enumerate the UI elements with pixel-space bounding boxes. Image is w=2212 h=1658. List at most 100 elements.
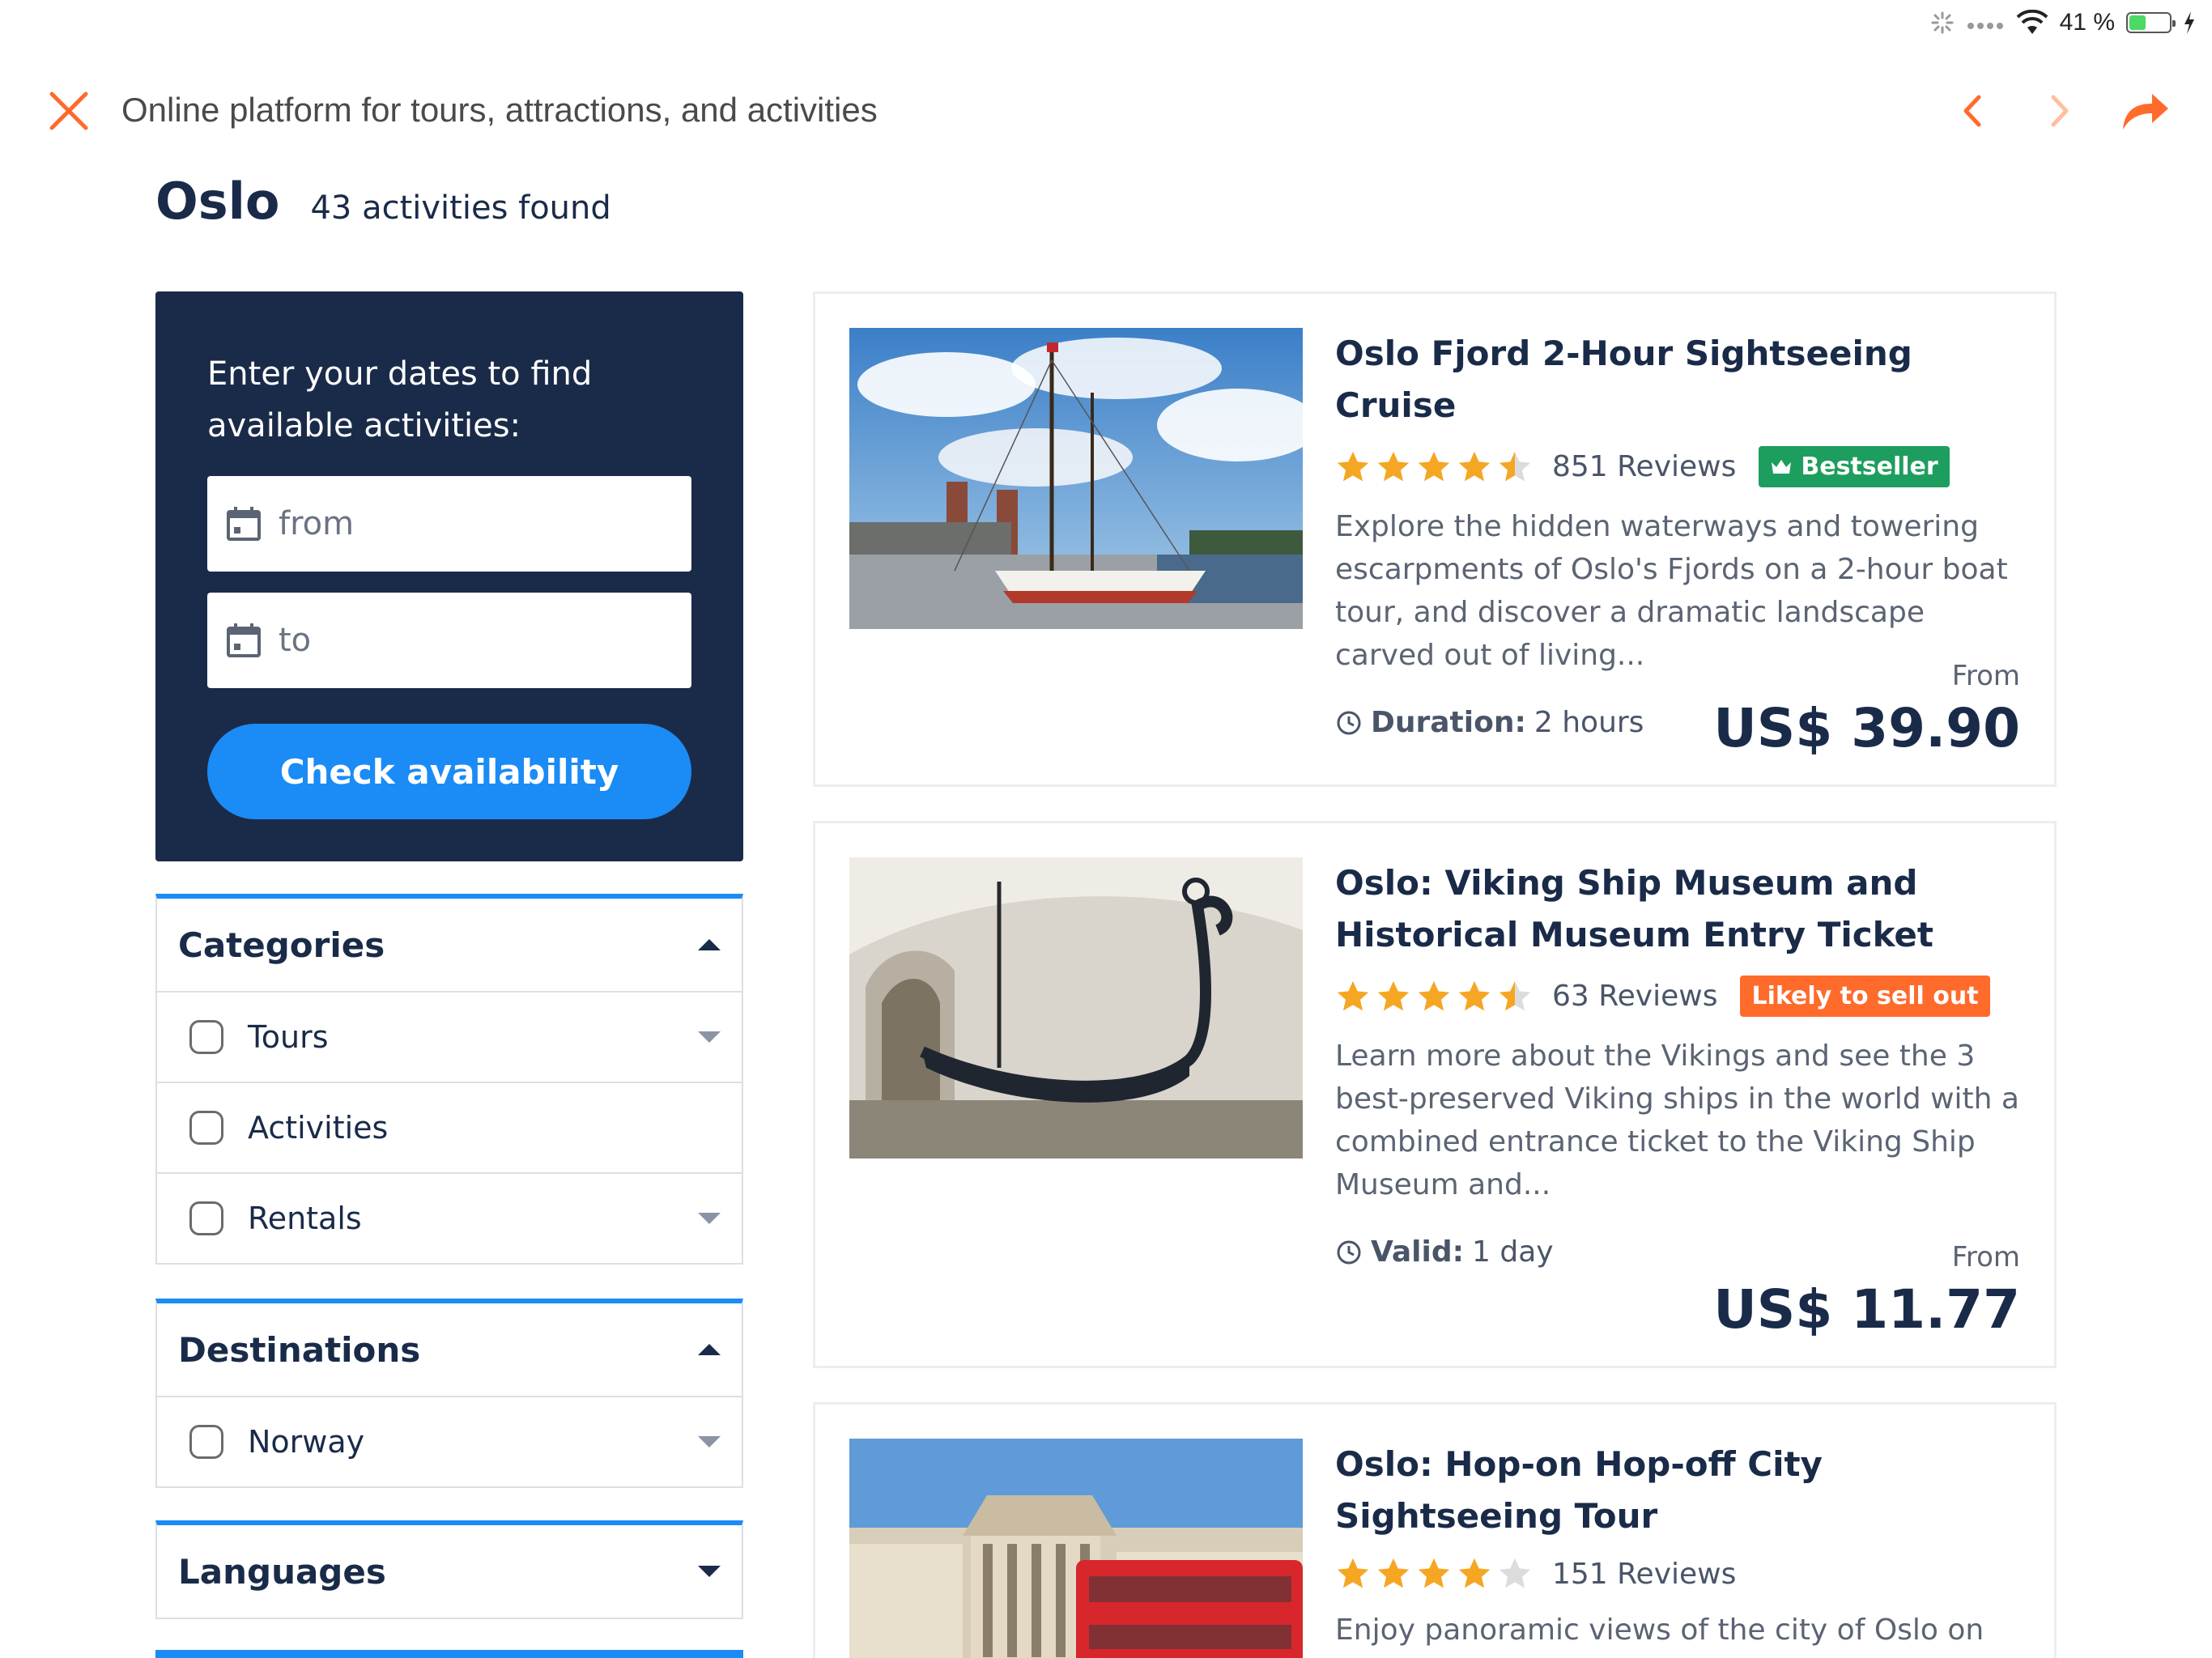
caret-down-icon [698,1566,721,1577]
star-icon [1418,451,1450,481]
rating-row: 851 Reviews Bestseller [1335,446,2031,487]
battery-percentage: 41 % [2059,9,2115,36]
clock-icon [1337,711,1361,734]
bestseller-badge: Bestseller [1759,446,1950,487]
languages-filter: Languages [155,1520,743,1619]
languages-filter-title: Languages [178,1551,386,1592]
star-icon [1337,451,1369,481]
destinations-filter: Destinations Norway [155,1299,743,1488]
chevron-right-icon[interactable] [2039,91,2079,131]
activity-card[interactable]: Oslo: Hop-on Hop-off City Sightseeing To… [813,1402,2057,1658]
crown-icon [1772,459,1792,474]
filter-item-norway[interactable]: Norway [157,1396,742,1486]
date-picker-title: Enter your dates to find available activ… [207,355,593,444]
activity-title[interactable]: Oslo: Hop-on Hop-off City Sightseeing To… [1335,1439,2031,1542]
star-icon [1337,980,1369,1010]
chevron-left-icon[interactable] [1953,91,1993,131]
activity-card[interactable]: Oslo: Viking Ship Museum and Historical … [813,821,2057,1368]
badge-label: Bestseller [1801,453,1938,481]
results-header: Oslo 43 activities found [155,172,611,231]
charging-bolt-icon [2184,11,2194,34]
activity-spinner-icon [1931,11,1954,34]
activity-price: US$ 11.77 [1713,1278,2020,1341]
norway-checkbox[interactable] [189,1425,223,1459]
activity-title[interactable]: Oslo: Viking Ship Museum and Historical … [1335,857,2031,961]
categories-filter-header[interactable]: Categories [157,899,742,991]
filter-item-label: Rentals [248,1201,362,1236]
tours-checkbox[interactable] [189,1020,223,1054]
battery-icon [2126,12,2176,33]
star-icon [1458,1558,1491,1588]
cellular-signal-icon [1967,23,2003,29]
rating-row: 151 Reviews [1335,1557,2031,1591]
caret-down-icon[interactable] [698,1213,721,1224]
meta-value: 2 hours [1534,706,1644,739]
categories-filter-title: Categories [178,925,385,965]
activity-card-body: Oslo: Viking Ship Museum and Historical … [1335,857,2031,1269]
filter-item-activities[interactable]: Activities [157,1082,742,1172]
rating-row: 63 Reviews Likely to sell out [1335,976,2031,1017]
activities-checkbox[interactable] [189,1111,223,1145]
star-icon [1377,1558,1410,1588]
star-rating [1335,1557,1533,1591]
results-count: 43 activities found [310,189,611,227]
filter-item-label: Tours [248,1019,329,1055]
destinations-filter-header[interactable]: Destinations [157,1303,742,1396]
from-date-field[interactable]: from [207,476,691,572]
activity-card-body: Oslo: Hop-on Hop-off City Sightseeing To… [1335,1439,2031,1658]
browser-header: Online platform for tours, attractions, … [0,78,2212,142]
caret-down-icon[interactable] [698,1031,721,1043]
star-rating [1335,980,1533,1014]
price-from-label: From [1951,1241,2020,1273]
activity-card-body: Oslo Fjord 2-Hour Sightseeing Cruise 851… [1335,328,2031,739]
meta-value: 1 day [1472,1235,1554,1269]
star-icon [1458,980,1491,1010]
status-bar: 41 % [1930,5,2196,40]
activity-description: Explore the hidden waterways and towerin… [1335,510,2008,672]
calendar-icon [227,623,261,657]
wifi-icon [2016,10,2048,34]
destinations-filter-title: Destinations [178,1329,421,1370]
activity-title[interactable]: Oslo Fjord 2-Hour Sightseeing Cruise [1335,328,2031,432]
close-icon[interactable] [47,89,91,133]
city-title: Oslo [155,172,280,231]
star-rating [1335,450,1533,484]
calendar-icon [227,507,261,541]
activity-card[interactable]: Oslo Fjord 2-Hour Sightseeing Cruise 851… [813,291,2057,787]
activity-image-fjord-cruise[interactable] [849,328,1303,629]
star-icon [1418,980,1450,1010]
languages-filter-header[interactable]: Languages [157,1525,742,1618]
star-icon [1377,451,1410,481]
caret-up-icon [698,1344,721,1355]
from-placeholder: from [279,505,355,542]
sell-out-badge: Likely to sell out [1740,976,1990,1017]
filter-item-tours[interactable]: Tours [157,991,742,1082]
caret-down-icon[interactable] [698,1436,721,1448]
filter-item-rentals[interactable]: Rentals [157,1172,742,1263]
filter-item-label: Norway [248,1424,365,1460]
review-count[interactable]: 851 Reviews [1552,450,1736,483]
half-star-icon [1499,980,1531,1010]
check-availability-button[interactable]: Check availability [207,724,691,819]
star-icon [1377,980,1410,1010]
header-title: Online platform for tours, attractions, … [121,91,878,129]
next-filter-edge [155,1650,743,1658]
star-icon [1418,1558,1450,1588]
clock-icon [1337,1240,1361,1264]
star-icon [1337,1558,1369,1588]
to-placeholder: to [279,622,312,659]
activity-image-hop-on-bus[interactable] [849,1439,1303,1658]
activity-price: US$ 39.90 [1713,697,2020,759]
to-date-field[interactable]: to [207,593,691,688]
share-icon[interactable] [2116,86,2173,134]
half-star-icon [1499,451,1531,481]
filter-item-label: Activities [248,1110,389,1146]
activity-validity: Valid: 1 day [1335,1235,2031,1269]
star-icon [1458,451,1491,481]
meta-key: Valid: [1371,1235,1465,1269]
activity-image-viking-ship[interactable] [849,857,1303,1158]
rentals-checkbox[interactable] [189,1201,223,1235]
review-count[interactable]: 151 Reviews [1552,1558,1736,1591]
activity-description: Enjoy panoramic views of the city of Osl… [1335,1613,2026,1658]
review-count[interactable]: 63 Reviews [1552,980,1717,1013]
